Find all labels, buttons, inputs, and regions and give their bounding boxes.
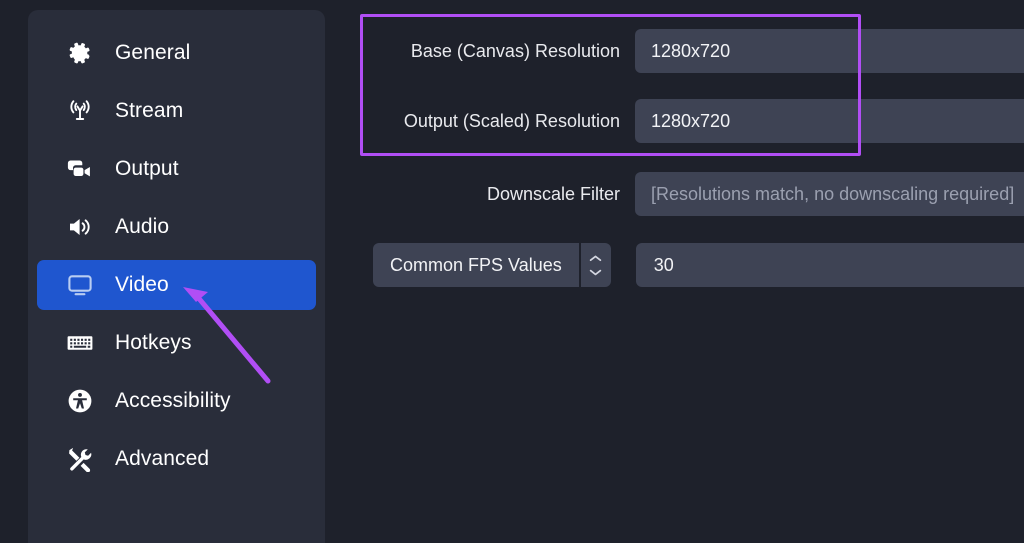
video-settings-panel: Base (Canvas) Resolution 1280x720 Output…: [325, 0, 1024, 543]
output-resolution-input[interactable]: 1280x720: [635, 99, 1024, 143]
sidebar-item-label: Stream: [115, 99, 184, 122]
downscale-filter-input[interactable]: [Resolutions match, no downscaling requi…: [635, 172, 1024, 216]
sidebar-item-label: Hotkeys: [115, 331, 192, 354]
base-resolution-row: Base (Canvas) Resolution 1280x720: [325, 29, 1024, 73]
sidebar-item-accessibility[interactable]: Accessibility: [37, 376, 316, 426]
fps-mode-dropdown[interactable]: Common FPS Values: [373, 243, 579, 287]
tools-icon: [63, 444, 97, 474]
gear-icon: [63, 38, 97, 68]
keyboard-icon: [63, 328, 97, 358]
sidebar-item-audio[interactable]: Audio: [37, 202, 316, 252]
downscale-filter-row: Downscale Filter [Resolutions match, no …: [325, 172, 1024, 216]
accessibility-icon: [63, 386, 97, 416]
base-resolution-label: Base (Canvas) Resolution: [410, 40, 620, 61]
video-camera-icon: [63, 154, 97, 184]
output-resolution-row: Output (Scaled) Resolution 1280x720: [325, 99, 1024, 143]
chevron-up-icon: [589, 255, 602, 261]
fps-value-input[interactable]: 30: [635, 243, 1024, 287]
fps-row: Common FPS Values 30: [373, 243, 1024, 287]
sidebar-item-label: Output: [115, 157, 179, 180]
sidebar-item-label: General: [115, 41, 191, 64]
sidebar-item-output[interactable]: Output: [37, 144, 316, 194]
sidebar-item-label: Advanced: [115, 447, 210, 470]
sidebar-item-label: Accessibility: [115, 389, 231, 412]
sidebar-item-stream[interactable]: Stream: [37, 86, 316, 136]
sidebar-item-advanced[interactable]: Advanced: [37, 434, 316, 484]
monitor-icon: [63, 270, 97, 300]
sidebar-item-label: Video: [115, 273, 169, 296]
sidebar-item-general[interactable]: General: [37, 28, 316, 78]
speaker-icon: [63, 212, 97, 242]
antenna-icon: [63, 96, 97, 126]
downscale-filter-label: Downscale Filter: [486, 183, 620, 204]
settings-sidebar: General Stream Output Audio Video Hotkey…: [28, 10, 325, 543]
fps-mode-spinner[interactable]: [578, 243, 611, 287]
sidebar-item-hotkeys[interactable]: Hotkeys: [37, 318, 316, 368]
base-resolution-input[interactable]: 1280x720: [635, 29, 1024, 73]
chevron-down-icon: [589, 269, 602, 275]
sidebar-item-label: Audio: [115, 215, 170, 238]
output-resolution-label: Output (Scaled) Resolution: [403, 110, 620, 131]
sidebar-item-video[interactable]: Video: [37, 260, 316, 310]
